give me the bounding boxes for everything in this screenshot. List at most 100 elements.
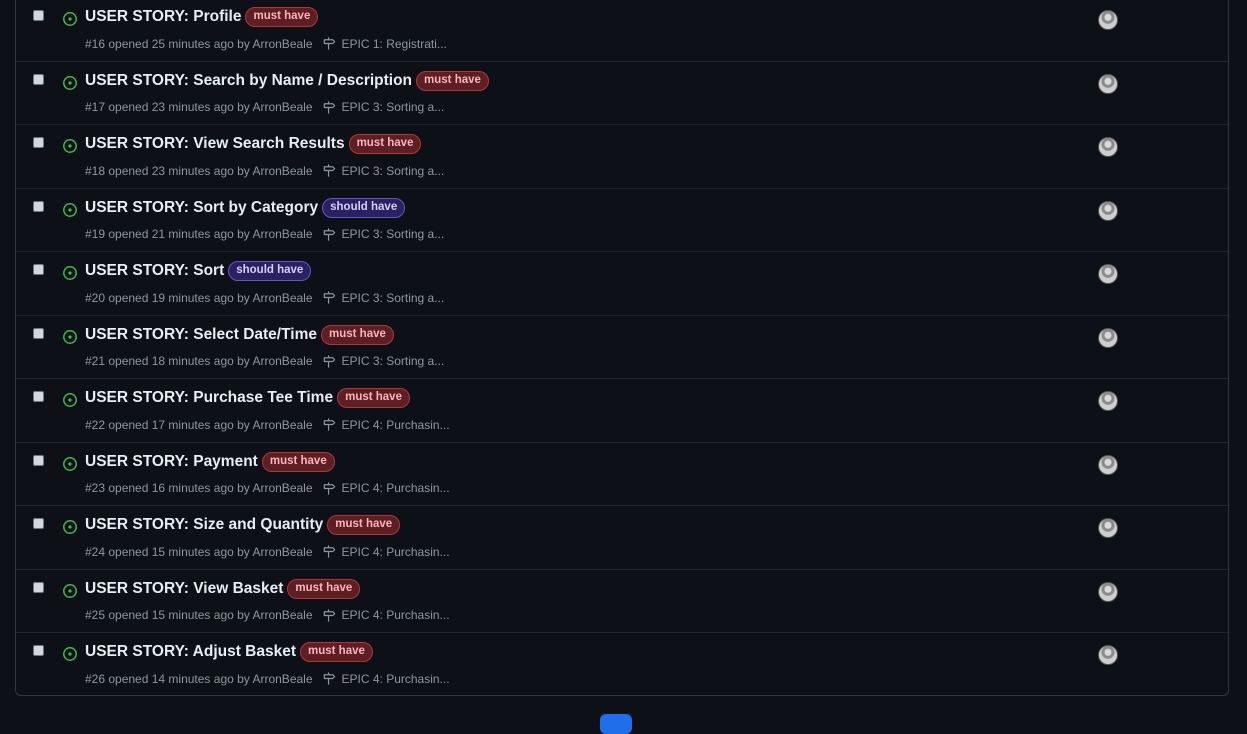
issue-milestone-link[interactable]: EPIC 3: Sorting a...	[342, 354, 445, 368]
issue-milestone-link[interactable]: EPIC 4: Purchasin...	[342, 481, 450, 495]
issue-label[interactable]: must have	[300, 642, 373, 662]
milestone-icon	[323, 672, 335, 685]
issue-milestone-link[interactable]: EPIC 4: Purchasin...	[342, 418, 450, 432]
issue-label[interactable]: must have	[348, 134, 422, 154]
issue-label[interactable]: must have	[321, 324, 394, 345]
milestone-icon	[323, 354, 335, 368]
issue-milestone-link[interactable]: EPIC 4: Purchasin...	[342, 608, 450, 622]
issue-title-line: USER STORY: Profile must have	[85, 7, 319, 27]
issue-title-line: USER STORY: Purchase Tee Time must have	[85, 388, 410, 408]
issue-row: USER STORY: Adjust Basket must have #26 …	[16, 633, 1228, 695]
issue-row: USER STORY: Select Date/Time must have #…	[16, 316, 1228, 379]
issue-meta-text: #25 opened 15 minutes ago by ArronBeale	[85, 608, 313, 622]
issue-title-link[interactable]: USER STORY: Sort by Category	[85, 199, 318, 217]
issue-opened-icon	[63, 520, 77, 534]
issue-opened-icon	[63, 266, 77, 280]
assignee-avatar[interactable]	[1098, 73, 1118, 94]
assignee-avatar[interactable]	[1098, 200, 1118, 221]
issue-opened-icon	[63, 456, 77, 471]
issue-opened-icon	[63, 329, 77, 344]
issue-row: USER STORY: Purchase Tee Time must have …	[16, 379, 1228, 443]
issue-label[interactable]: must have	[261, 451, 335, 472]
issue-title-line: USER STORY: Select Date/Time must have	[85, 324, 394, 345]
issue-title-line: USER STORY: View Basket must have	[85, 578, 361, 599]
issue-title-line: USER STORY: Payment must have	[85, 451, 335, 472]
issue-milestone-link[interactable]: EPIC 3: Sorting a...	[342, 164, 445, 178]
issue-milestone-link[interactable]: EPIC 3: Sorting a...	[342, 291, 445, 305]
issue-select-checkbox[interactable]	[33, 518, 44, 529]
issue-select-checkbox[interactable]	[33, 137, 44, 148]
issue-select-checkbox[interactable]	[33, 73, 44, 85]
issue-list: USER STORY: Profile must have #16 opened…	[15, 0, 1229, 696]
issue-meta-text: #19 opened 21 minutes ago by ArronBeale	[85, 227, 313, 241]
issue-select-checkbox[interactable]	[33, 264, 44, 275]
assignee-avatar[interactable]	[1098, 391, 1118, 411]
issue-milestone-link[interactable]: EPIC 1: Registrati...	[342, 37, 447, 51]
issue-select-checkbox[interactable]	[33, 10, 44, 21]
milestone-icon	[323, 545, 335, 558]
issue-row: USER STORY: View Search Results must hav…	[16, 125, 1228, 189]
issue-title-line: USER STORY: Sort should have	[85, 261, 312, 281]
issue-milestone-link[interactable]: EPIC 3: Sorting a...	[342, 100, 445, 114]
issue-label[interactable]: must have	[327, 515, 401, 535]
assignee-avatar[interactable]	[1098, 518, 1118, 538]
milestone-icon	[323, 227, 335, 241]
issue-meta-text: #24 opened 15 minutes ago by ArronBeale	[85, 544, 313, 559]
issue-label[interactable]: must have	[416, 70, 489, 91]
assignee-avatar[interactable]	[1098, 645, 1118, 665]
issue-opened-icon	[63, 647, 77, 661]
assignee-avatar[interactable]	[1098, 137, 1118, 157]
issue-title-line: USER STORY: View Search Results must hav…	[85, 134, 422, 154]
issue-title-link[interactable]: USER STORY: Size and Quantity	[85, 516, 323, 534]
issue-label[interactable]: should have	[228, 261, 312, 281]
issue-meta-text: #20 opened 19 minutes ago by ArronBeale	[85, 290, 313, 305]
issue-opened-icon	[63, 12, 77, 26]
issue-title-link[interactable]: USER STORY: View Basket	[85, 580, 283, 598]
issue-select-checkbox[interactable]	[33, 645, 44, 656]
issue-row: USER STORY: Profile must have #16 opened…	[16, 0, 1228, 62]
milestone-icon	[323, 608, 335, 622]
assignee-avatar[interactable]	[1098, 581, 1118, 602]
issue-milestone-link[interactable]: EPIC 4: Purchasin...	[342, 545, 450, 559]
pagination-current-page[interactable]	[600, 714, 632, 734]
issue-label[interactable]: must have	[287, 578, 361, 599]
issue-title-link[interactable]: USER STORY: Select Date/Time	[85, 326, 317, 344]
assignee-avatar[interactable]	[1098, 454, 1118, 475]
issue-meta: #26 opened 14 minutes ago by ArronBeale …	[85, 671, 450, 686]
issue-meta: #17 opened 23 minutes ago by ArronBeale …	[85, 100, 444, 115]
issue-title-link[interactable]: USER STORY: Payment	[85, 453, 258, 471]
assignee-avatar[interactable]	[1098, 327, 1118, 348]
issue-title-link[interactable]: USER STORY: View Search Results	[85, 135, 345, 153]
assignee-avatar[interactable]	[1098, 264, 1118, 284]
issue-title-link[interactable]: USER STORY: Purchase Tee Time	[85, 389, 333, 407]
issue-select-checkbox[interactable]	[33, 200, 44, 212]
issue-milestone-link[interactable]: EPIC 4: Purchasin...	[342, 672, 450, 686]
milestone-icon	[323, 164, 335, 177]
milestone-icon	[323, 291, 335, 304]
issue-row: USER STORY: View Basket must have #25 op…	[16, 570, 1228, 633]
issue-label[interactable]: must have	[337, 388, 410, 408]
issue-title-link[interactable]: USER STORY: Search by Name / Description	[85, 72, 412, 90]
issue-title-link[interactable]: USER STORY: Profile	[85, 8, 241, 26]
issue-title-link[interactable]: USER STORY: Adjust Basket	[85, 643, 296, 661]
issue-title-link[interactable]: USER STORY: Sort	[85, 262, 224, 280]
milestone-icon	[323, 418, 335, 431]
issue-title-line: USER STORY: Sort by Category should have	[85, 197, 406, 218]
issue-row: USER STORY: Sort should have #20 opened …	[16, 252, 1228, 316]
issue-meta: #20 opened 19 minutes ago by ArronBeale …	[85, 290, 444, 305]
issue-label[interactable]: should have	[322, 197, 406, 218]
issue-opened-icon	[63, 583, 77, 598]
issue-select-checkbox[interactable]	[33, 391, 44, 402]
issue-meta-text: #21 opened 18 minutes ago by ArronBeale	[85, 354, 313, 368]
issue-meta-text: #16 opened 25 minutes ago by ArronBeale	[85, 36, 313, 51]
issue-row: USER STORY: Size and Quantity must have …	[16, 506, 1228, 570]
issue-meta: #25 opened 15 minutes ago by ArronBeale …	[85, 608, 450, 623]
issue-select-checkbox[interactable]	[33, 454, 44, 466]
assignee-avatar[interactable]	[1098, 10, 1118, 30]
issue-label[interactable]: must have	[245, 7, 319, 27]
issue-milestone-link[interactable]: EPIC 3: Sorting a...	[342, 227, 445, 241]
issue-meta: #21 opened 18 minutes ago by ArronBeale …	[85, 354, 444, 369]
issue-select-checkbox[interactable]	[33, 327, 44, 339]
issue-title-line: USER STORY: Search by Name / Description…	[85, 70, 489, 91]
issue-select-checkbox[interactable]	[33, 581, 44, 593]
